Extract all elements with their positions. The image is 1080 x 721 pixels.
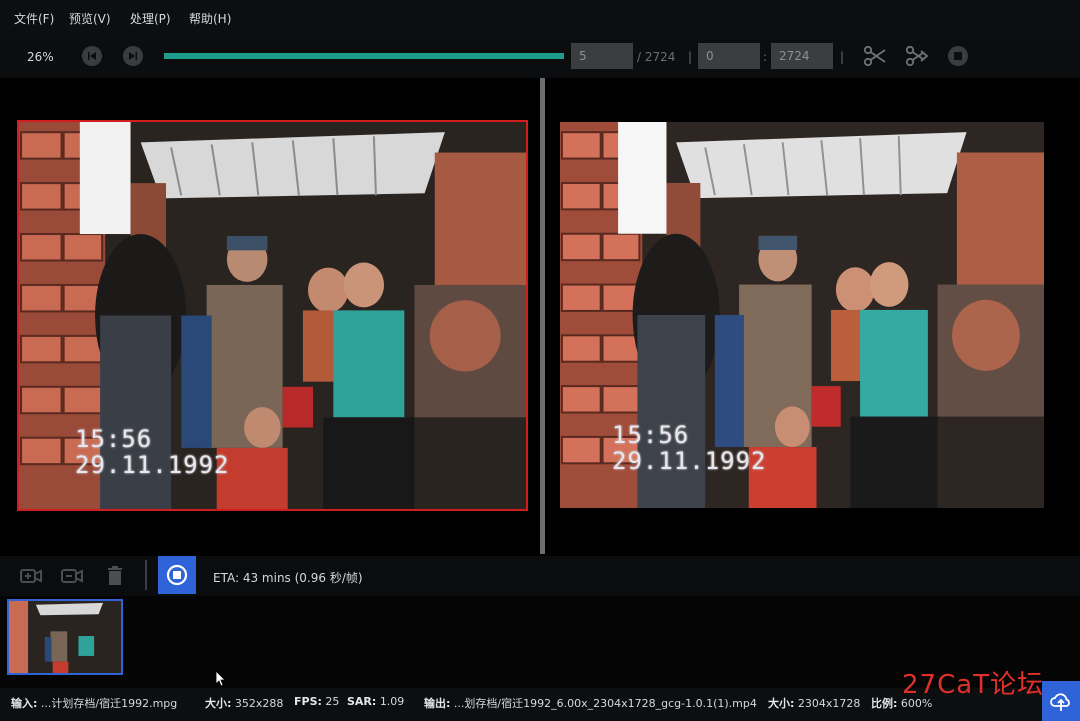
output-size-status: 大小: 2304x1728 [768,697,861,710]
cut-range-icon[interactable] [905,44,929,68]
cloud-upload-icon [1050,693,1070,711]
progress-fill [164,53,564,59]
menu-bar: 文件(F) 预览(V) 处理(P) 帮助(H) [0,0,1080,34]
toolbar-separator [145,560,147,590]
range-separator: | [688,50,693,64]
next-frame-button[interactable] [123,46,143,66]
scissors-icon[interactable] [863,44,887,68]
output-file-status: 输出: ...划存档/宿迁1992_6.00x_2304x1728_gcg-1.… [424,697,757,710]
menu-help[interactable]: 帮助(H) [189,10,231,27]
thumbnail-item[interactable] [7,599,123,675]
video-timestamp-date: 29.11.1992 [612,447,767,475]
fps-status: FPS: 25 [294,695,340,708]
split-divider[interactable] [540,78,545,554]
video-timestamp-date: 29.11.1992 [75,451,230,479]
range-start-input[interactable]: 0 [698,43,760,69]
input-file-status: 输入: ...计划存档/宿迁1992.mpg [11,697,178,710]
sar-status: SAR: 1.09 [347,695,405,708]
current-frame-input[interactable]: 5 [571,43,633,69]
prev-frame-button[interactable] [82,46,102,66]
stop-circle-icon [166,564,188,586]
source-preview[interactable]: 15:56 29.11.1992 [17,120,528,511]
stop-circle-icon[interactable] [946,44,970,68]
progress-slider[interactable] [164,53,564,59]
menu-preview[interactable]: 预览(V) [69,10,111,27]
range-colon: : [763,50,768,64]
menu-file[interactable]: 文件(F) [14,10,54,27]
add-camera-icon[interactable] [19,564,43,588]
video-timestamp-time: 15:56 [75,425,153,453]
range-end-input[interactable]: 2724 [771,43,833,69]
eta-status: ETA: 43 mins (0.96 秒/帧) [213,571,363,585]
total-frames: / 2724 [637,50,676,64]
remove-camera-icon[interactable] [60,564,84,588]
zoom-level[interactable]: 26% [27,50,54,64]
watermark-logo: 27CaT论坛 [902,670,1045,700]
thumbnail-image [9,601,121,673]
stop-processing-button[interactable] [158,556,196,594]
cloud-upload-button[interactable] [1042,681,1080,721]
range-separator: | [840,50,845,64]
menu-process[interactable]: 处理(P) [130,10,171,27]
mouse-cursor-icon [216,671,226,687]
skip-forward-icon [129,52,137,60]
trash-icon[interactable] [103,564,127,588]
output-preview[interactable]: 15:56 29.11.1992 [560,122,1044,508]
input-size-status: 大小: 352x288 [205,697,284,710]
skip-back-icon [88,52,96,60]
video-timestamp-time: 15:56 [612,421,690,449]
